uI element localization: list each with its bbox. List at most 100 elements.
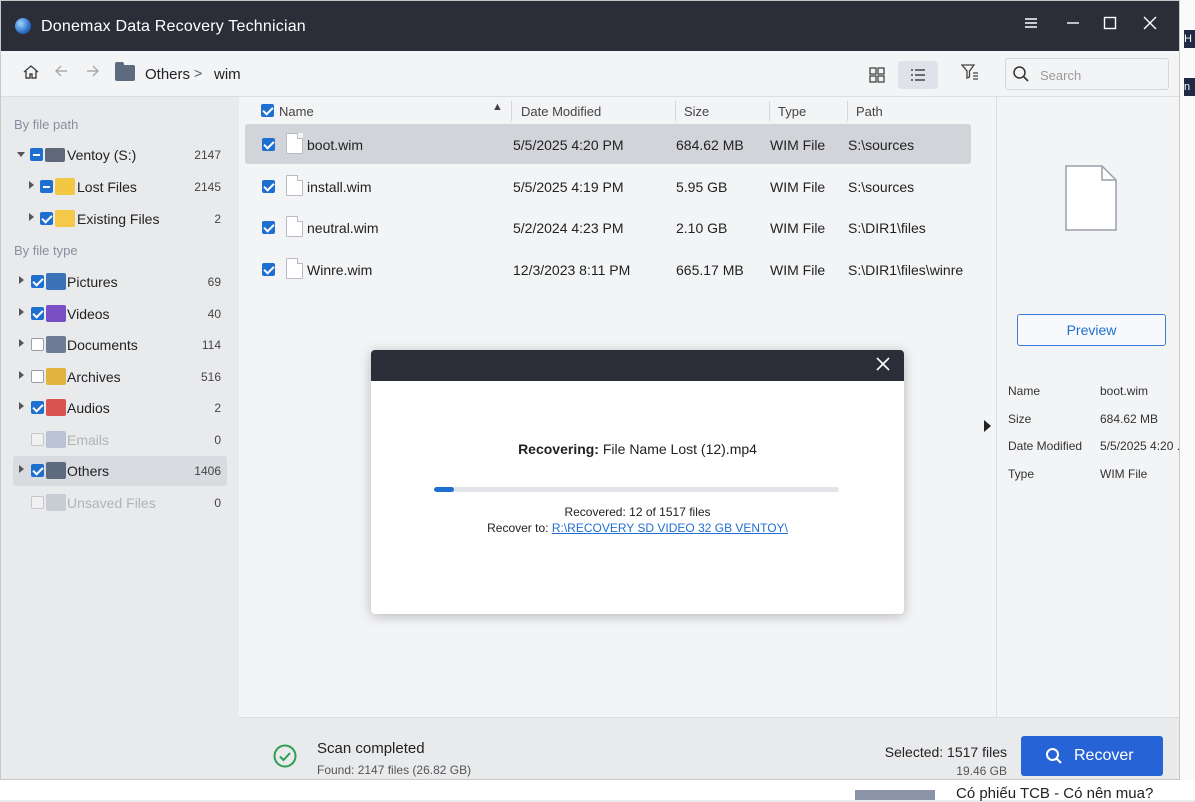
breadcrumb-item[interactable]: wim xyxy=(214,66,241,83)
checkbox[interactable] xyxy=(40,212,53,225)
tree-item-existing-files[interactable]: Existing Files 2 xyxy=(13,204,227,234)
table-row[interactable]: boot.wim 5/5/2025 4:20 PM 684.62 MB WIM … xyxy=(245,124,971,164)
tree-item-count: 114 xyxy=(201,338,221,352)
preview-panel: Preview Name boot.wim Size 684.62 MB Dat… xyxy=(996,97,1179,717)
cell-type: WIM File xyxy=(770,262,826,278)
breadcrumb-item[interactable]: Others xyxy=(145,66,190,83)
preview-button[interactable]: Preview xyxy=(1017,314,1166,346)
cell-name: neutral.wim xyxy=(307,220,379,236)
archives-folder-icon xyxy=(46,368,66,385)
expand-arrow-icon[interactable] xyxy=(19,339,24,347)
column-divider xyxy=(847,101,848,121)
tree-item-documents[interactable]: Documents 114 xyxy=(13,330,227,360)
column-divider xyxy=(675,101,676,121)
expand-arrow-icon[interactable] xyxy=(29,213,34,221)
home-icon[interactable] xyxy=(21,63,41,85)
expand-arrow-icon[interactable] xyxy=(29,181,34,189)
tree-item-pictures[interactable]: Pictures 69 xyxy=(13,267,227,297)
app-window: Donemax Data Recovery Technician Others … xyxy=(0,0,1180,780)
list-header: Name ▲ Date Modified Size Type Path xyxy=(239,97,996,125)
cell-type: WIM File xyxy=(770,137,826,153)
expand-arrow-icon[interactable] xyxy=(19,402,24,410)
expand-arrow-icon[interactable] xyxy=(19,276,24,284)
back-arrow-icon[interactable] xyxy=(51,63,71,85)
row-checkbox[interactable] xyxy=(262,221,275,234)
scan-status-title: Scan completed xyxy=(317,740,425,757)
lost-folder-icon xyxy=(55,178,75,195)
audios-folder-icon xyxy=(46,399,66,416)
recover-button[interactable]: Recover xyxy=(1021,736,1163,776)
selected-size: 19.46 GB xyxy=(956,764,1007,778)
table-row[interactable]: neutral.wim 5/2/2024 4:23 PM 2.10 GB WIM… xyxy=(245,207,971,247)
column-header-name[interactable]: Name xyxy=(279,104,314,119)
file-icon xyxy=(286,133,303,154)
select-all-checkbox[interactable] xyxy=(261,104,274,117)
row-checkbox[interactable] xyxy=(262,180,275,193)
row-checkbox[interactable] xyxy=(262,263,275,276)
column-header-size[interactable]: Size xyxy=(684,104,709,119)
search-box[interactable] xyxy=(1005,58,1169,90)
tree-item-audios[interactable]: Audios 2 xyxy=(13,393,227,423)
background-thumbnail xyxy=(855,790,935,800)
checkbox[interactable] xyxy=(31,464,44,477)
table-row[interactable]: Winre.wim 12/3/2023 8:11 PM 665.17 MB WI… xyxy=(245,249,971,289)
recover-destination: Recover to: R:\RECOVERY SD VIDEO 32 GB V… xyxy=(371,521,904,535)
close-icon[interactable] xyxy=(1140,15,1160,37)
background-news-headline: Có phiếu TCB - Có nên mua? xyxy=(956,785,1154,802)
folder-icon xyxy=(55,210,75,227)
row-checkbox[interactable] xyxy=(262,138,275,151)
scan-status-summary: Found: 2147 files (26.82 GB) xyxy=(317,763,472,777)
grid-view-icon[interactable] xyxy=(857,61,897,89)
expand-arrow-icon[interactable] xyxy=(17,152,25,157)
recovered-count: Recovered: 12 of 1517 files xyxy=(564,505,711,519)
search-input[interactable] xyxy=(1040,65,1160,85)
column-header-type[interactable]: Type xyxy=(778,104,806,119)
list-view-icon[interactable] xyxy=(898,61,938,89)
column-header-path[interactable]: Path xyxy=(856,104,883,119)
tree-item-others[interactable]: Others 1406 xyxy=(13,456,227,486)
checkbox[interactable] xyxy=(31,401,44,414)
tree-item-label: Documents xyxy=(67,337,138,353)
tree-item-count: 1406 xyxy=(194,464,221,478)
cell-path: S:\sources xyxy=(848,137,915,153)
meta-key: Type xyxy=(1008,467,1035,481)
checkbox[interactable] xyxy=(31,275,44,288)
expand-arrow-icon[interactable] xyxy=(19,371,24,379)
filter-icon[interactable] xyxy=(960,63,980,85)
expand-arrow-icon[interactable] xyxy=(19,308,24,316)
tree-item-videos[interactable]: Videos 40 xyxy=(13,299,227,329)
checkbox xyxy=(31,496,44,509)
tree-item-count: 2147 xyxy=(194,148,221,162)
toolbar: Others > wim xyxy=(1,51,1179,97)
checkbox[interactable] xyxy=(40,180,53,193)
checkbox[interactable] xyxy=(31,338,44,351)
recover-to-label: Recover to: xyxy=(487,521,549,535)
maximize-icon[interactable] xyxy=(1100,15,1120,37)
checkbox[interactable] xyxy=(31,370,44,383)
checkbox[interactable] xyxy=(31,307,44,320)
expand-arrow-icon[interactable] xyxy=(19,465,24,473)
cell-name: Winre.wim xyxy=(307,262,373,278)
menu-icon[interactable] xyxy=(1021,15,1041,37)
recovery-progress-dialog: Recovering: File Name Lost (12).mp4 Reco… xyxy=(371,350,904,614)
tree-item-archives[interactable]: Archives 516 xyxy=(13,362,227,392)
tree-item-unsaved-files: Unsaved Files 0 xyxy=(13,488,227,518)
collapse-preview-arrow-icon[interactable] xyxy=(984,420,991,432)
column-header-date[interactable]: Date Modified xyxy=(521,104,601,119)
table-row[interactable]: install.wim 5/5/2025 4:19 PM 5.95 GB WIM… xyxy=(245,166,971,206)
sort-asc-icon[interactable]: ▲ xyxy=(492,101,503,113)
emails-folder-icon xyxy=(46,431,66,448)
minimize-icon[interactable] xyxy=(1063,15,1083,37)
recover-destination-link[interactable]: R:\RECOVERY SD VIDEO 32 GB VENTOY\ xyxy=(552,521,788,535)
check-circle-icon xyxy=(273,744,297,768)
tree-item-ventoy[interactable]: Ventoy (S:) 2147 xyxy=(13,140,227,170)
meta-value: 684.62 MB xyxy=(1100,412,1159,426)
others-folder-icon xyxy=(46,462,66,479)
checkbox[interactable] xyxy=(30,148,43,161)
recover-button-label: Recover xyxy=(1074,747,1134,764)
recovering-file-name: File Name Lost (12).mp4 xyxy=(602,441,757,457)
tree-item-emails: Emails 0 xyxy=(13,425,227,455)
dialog-close-icon[interactable] xyxy=(874,356,892,374)
tree-item-lost-files[interactable]: Lost Files 2145 xyxy=(13,172,227,202)
forward-arrow-icon[interactable] xyxy=(83,63,103,85)
